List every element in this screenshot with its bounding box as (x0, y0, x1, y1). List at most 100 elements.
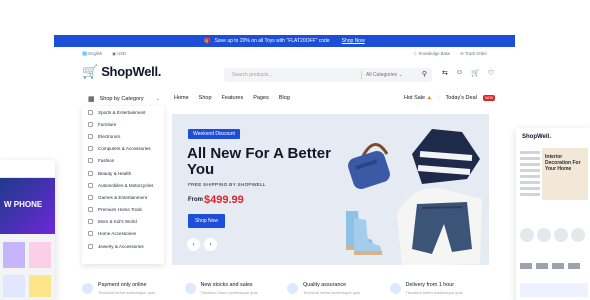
search-bar[interactable]: Search products... All Categories ⌄ ⚲ (224, 68, 432, 82)
category-item[interactable]: Mom & Kid's World (82, 216, 164, 228)
nav-link-shop[interactable]: Shop (199, 95, 212, 101)
promo-shop-link[interactable]: Shop Now (342, 38, 365, 44)
track-order-link[interactable]: ✉ Track Order (460, 51, 487, 57)
preview-row (0, 275, 55, 300)
features-strip: Payment only online Tincidunt lorem scele… (82, 282, 492, 300)
category-label: Computers & Accessories (98, 146, 151, 152)
feature-subtitle: Tincidunt lorem scelerisque quis (200, 290, 258, 295)
preview-cards (0, 240, 55, 270)
category-label: Beauty & Health (98, 170, 132, 176)
category-item[interactable]: Games & Entertainment (82, 191, 164, 203)
category-icon (88, 146, 93, 152)
hot-sale-label: Hot Sale (404, 95, 426, 101)
preview-card (3, 275, 25, 297)
chevron-down-icon: ⌄ (155, 96, 160, 102)
boots-illustration (346, 211, 382, 255)
feature-item: Quality assurance Tincidunt lorem sceleri… (287, 282, 390, 300)
hero-title: All New For A Better You (187, 145, 331, 178)
weekend-discount-badge: Weekend Discount (188, 129, 240, 139)
hero-shop-now-button[interactable]: Shop Now (188, 214, 225, 228)
site-logo[interactable]: 🛒 ShopWell. (82, 64, 161, 79)
cart-logo-icon: 🛒 (82, 64, 99, 79)
category-icon (88, 207, 93, 213)
category-item[interactable]: Premium Home Tools (82, 204, 164, 216)
header-icons: ⇆ ☺ 🛒 ♡ (442, 69, 494, 77)
preview-hero-text: W PHONE (4, 200, 43, 209)
hero-subtitle: FREE SHIPPING BY SHOPWELL (188, 183, 266, 188)
nav-link-blog[interactable]: Blog (279, 95, 290, 101)
hot-sale-link[interactable]: Hot Sale ▲ (404, 95, 432, 101)
category-label: Home Accessories (98, 231, 137, 237)
nav-link-features[interactable]: Features (222, 95, 244, 101)
nav-separator: | (438, 95, 440, 101)
right-preview-thumbnail: ShopWell. Interior Decoration For Your H… (516, 128, 590, 300)
category-item[interactable]: Electronics (82, 130, 164, 142)
clothing-illustration (397, 188, 482, 265)
preview-brands (520, 263, 588, 273)
category-icon (88, 231, 93, 237)
category-item[interactable]: Computers & Accessories (82, 143, 164, 155)
preview-sidebar (520, 148, 540, 210)
category-item[interactable]: Beauty & Health (82, 167, 164, 179)
category-select[interactable]: All Categories ⌄ (366, 72, 403, 78)
stock-icon (184, 283, 196, 294)
compare-icon[interactable]: ⇆ (442, 69, 448, 77)
feature-item: Delivery from 1 hour Tincidunt lorem scel… (389, 282, 493, 300)
category-item[interactable]: Home Accessories (82, 228, 164, 240)
category-item[interactable]: Fashion (82, 155, 164, 167)
category-item[interactable]: Sports & Entertainment (82, 106, 164, 118)
category-item[interactable]: Jewelry & Accessories (82, 240, 164, 252)
category-icon (88, 194, 93, 200)
slider-next-button[interactable]: › (204, 238, 217, 251)
search-icon[interactable]: ⚲ (422, 70, 427, 78)
category-item[interactable]: Automobiles & Motorcycles (82, 179, 164, 191)
left-preview-thumbnail: W PHONE (0, 160, 55, 300)
category-label: Furniture (98, 121, 117, 127)
main-nav: Home Shop Features Pages Blog (174, 95, 290, 101)
category-icon (88, 182, 93, 188)
category-label: Fashion (98, 158, 115, 164)
wishlist-icon[interactable]: ♡ (488, 69, 494, 77)
currency-selector[interactable]: ▣ USD (112, 51, 126, 57)
nav-link-home[interactable]: Home (174, 95, 189, 101)
category-icon (88, 109, 93, 115)
category-item[interactable]: Furniture (82, 118, 164, 130)
currency-label: USD (117, 51, 127, 56)
category-label: Mom & Kid's World (98, 219, 137, 225)
feature-title: New stocks and sales (200, 282, 253, 288)
delivery-icon (389, 283, 401, 294)
category-icon (88, 219, 93, 225)
category-label: Jewelry & Accessories (98, 243, 144, 249)
preview-hero: W PHONE (0, 178, 55, 234)
new-badge: NEW (482, 95, 496, 101)
preview-categories (520, 228, 588, 248)
search-input[interactable]: Search products... (232, 72, 273, 78)
todays-deal-link[interactable]: Today's Deal (446, 95, 477, 101)
fire-icon: ▲ (426, 95, 433, 101)
category-label: Games & Entertainment (98, 194, 148, 200)
track-order-label: Track Order (464, 51, 487, 56)
slider-prev-button[interactable]: ‹ (187, 238, 200, 251)
nav-link-pages[interactable]: Pages (253, 95, 269, 101)
shop-by-category-button[interactable]: ▦ Shop by Category ⌄ (82, 92, 164, 106)
user-icon[interactable]: ☺ (456, 69, 463, 77)
preview-card (29, 242, 51, 268)
feature-subtitle: Tincidunt lorem scelerisque quis (405, 290, 463, 295)
preview-header (0, 160, 55, 178)
logo-text: ShopWell. (101, 64, 162, 79)
cart-icon[interactable]: 🛒 (471, 69, 480, 77)
category-icon (88, 243, 93, 249)
knowledge-base-label: Knowledge Base (418, 51, 451, 56)
feature-subtitle: Tincidunt lorem scelerisque quis (303, 290, 360, 295)
category-label: Automobiles & Motorcycles (98, 182, 154, 188)
gift-icon: 🎁 (204, 38, 211, 44)
knowledge-base-link[interactable]: ⓘ Knowledge Base (413, 51, 450, 57)
payment-icon (82, 283, 93, 294)
hero-price: $499.99 (204, 194, 244, 206)
category-menu: Sports & Entertainment Furniture Electro… (82, 106, 164, 264)
price-from-label: From (188, 197, 203, 203)
grid-icon: ▦ (88, 96, 95, 103)
promo-bar: 🎁 Save up to 20% on all Toys with "FLAT2… (54, 35, 515, 47)
language-selector[interactable]: 🌐 English (82, 51, 102, 57)
category-button-label: Shop by Category (99, 96, 144, 102)
